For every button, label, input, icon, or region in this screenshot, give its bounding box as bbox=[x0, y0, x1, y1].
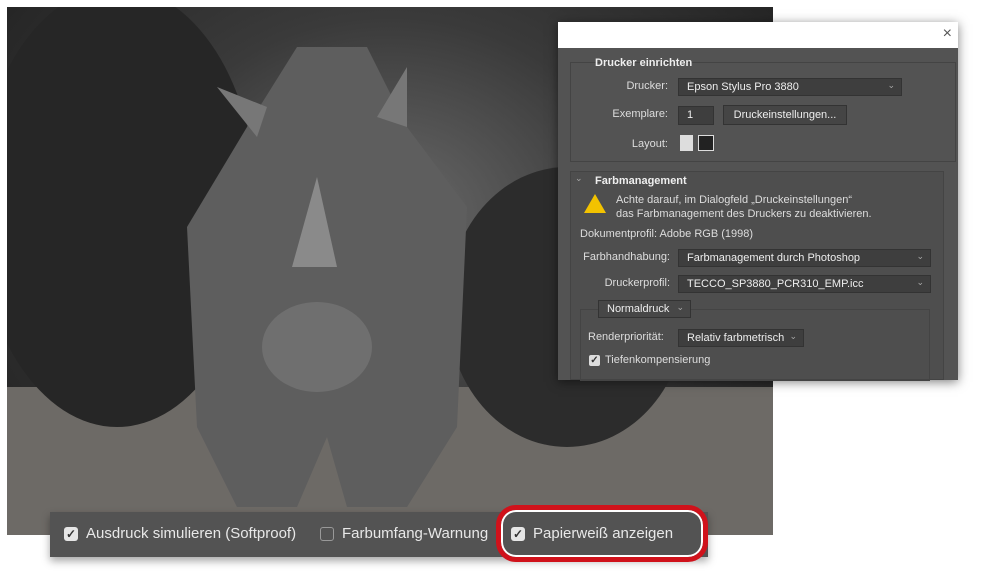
layout-label: Layout: bbox=[631, 138, 668, 150]
gamut-warning-checkbox[interactable] bbox=[320, 526, 334, 541]
printer-profile-select[interactable]: TECCO_SP3880_PCR310_EMP.icc ⌄ bbox=[678, 275, 931, 293]
color-management-heading: Farbmanagement bbox=[595, 175, 687, 187]
rendering-intent-select[interactable]: Relativ farbmetrisch ⌄ bbox=[678, 329, 804, 347]
printer-select[interactable]: Epson Stylus Pro 3880 ⌄ bbox=[678, 78, 902, 96]
dialog-titlebar: × bbox=[558, 22, 958, 48]
warning-line-2: das Farbmanagement des Druckers zu deakt… bbox=[616, 208, 872, 220]
softproof-option[interactable]: ✓ Ausdruck simulieren (Softproof) bbox=[64, 525, 296, 542]
color-handling-select[interactable]: Farbmanagement durch Photoshop ⌄ bbox=[678, 249, 931, 267]
softproof-checkbox[interactable]: ✓ bbox=[64, 526, 78, 541]
color-handling-label: Farbhandhabung: bbox=[583, 251, 670, 263]
copies-label: Exemplare: bbox=[612, 108, 668, 120]
gamut-warning-label: Farbumfang-Warnung bbox=[342, 525, 489, 542]
mode-select[interactable]: Normaldruck ⌄ bbox=[598, 300, 691, 318]
rendering-intent-label: Renderpriorität: bbox=[588, 331, 664, 343]
chevron-down-icon: ⌄ bbox=[676, 302, 684, 312]
color-handling-value: Farbmanagement durch Photoshop bbox=[687, 252, 861, 264]
printer-setup-heading: Drucker einrichten bbox=[595, 57, 693, 69]
copies-input[interactable]: 1 bbox=[678, 106, 714, 125]
chevron-down-icon: ⌄ bbox=[916, 277, 924, 287]
warning-icon bbox=[584, 194, 606, 213]
warning-line-1: Achte darauf, im Dialogfeld „Druckeinste… bbox=[616, 194, 853, 206]
black-point-checkbox[interactable]: ✓ bbox=[589, 355, 600, 366]
softproof-label: Ausdruck simulieren (Softproof) bbox=[86, 525, 297, 542]
collapse-chevron-icon[interactable]: ⌄ bbox=[575, 173, 583, 184]
portrait-layout-icon[interactable] bbox=[680, 135, 693, 151]
printer-profile-value: TECCO_SP3880_PCR310_EMP.icc bbox=[687, 278, 864, 290]
highlight-ring bbox=[496, 505, 708, 562]
landscape-layout-icon[interactable] bbox=[698, 135, 714, 151]
chevron-down-icon: ⌄ bbox=[789, 331, 797, 341]
document-profile: Dokumentprofil: Adobe RGB (1998) bbox=[580, 228, 754, 240]
printer-label: Drucker: bbox=[626, 80, 668, 92]
printer-profile-label: Druckerprofil: bbox=[604, 277, 670, 289]
mode-value: Normaldruck bbox=[607, 303, 670, 315]
rendering-intent-value: Relativ farbmetrisch bbox=[687, 332, 785, 344]
print-settings-button[interactable]: Druckeinstellungen... bbox=[723, 105, 847, 125]
warning-text: Achte darauf, im Dialogfeld „Druckeinste… bbox=[616, 193, 872, 221]
black-point-label: Tiefenkompensierung bbox=[605, 354, 711, 366]
gamut-warning-option[interactable]: Farbumfang-Warnung bbox=[320, 525, 488, 542]
chevron-down-icon: ⌄ bbox=[916, 251, 924, 261]
print-settings-dialog: × Drucker einrichten Drucker: Epson Styl… bbox=[558, 22, 958, 381]
printer-value: Epson Stylus Pro 3880 bbox=[687, 81, 799, 93]
rhino-muzzle bbox=[262, 302, 372, 392]
close-icon[interactable]: × bbox=[943, 25, 952, 43]
chevron-down-icon: ⌄ bbox=[887, 80, 895, 90]
